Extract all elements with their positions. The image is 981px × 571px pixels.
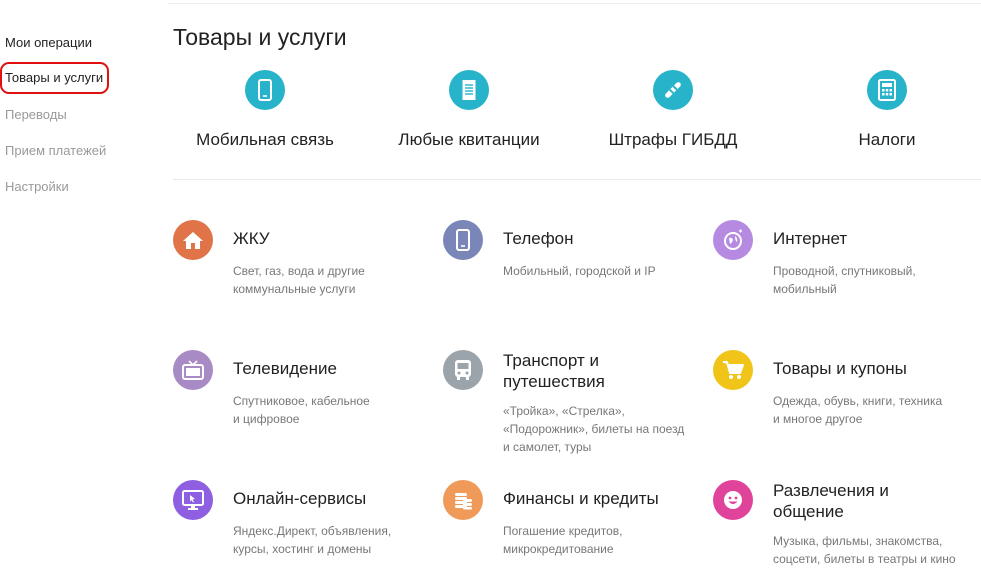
category-title: Развлечения и общение — [773, 480, 981, 522]
category-description: Мобильный, городской и IP — [503, 264, 656, 278]
cart-icon — [713, 350, 753, 390]
quick-mobile[interactable]: Мобильная связь — [175, 70, 355, 150]
category-description: «Тройка», «Стрелка», — [503, 404, 625, 418]
category-goods[interactable]: Товары и купоны Одежда, обувь, книги, те… — [713, 350, 973, 440]
quick-mobile-label: Мобильная связь — [196, 130, 334, 149]
house-icon — [173, 220, 213, 260]
category-title: ЖКУ — [233, 229, 270, 248]
category-description: «Подорожник», билеты на поезд — [503, 422, 685, 436]
category-description: и самолет, туры — [503, 440, 592, 454]
sidebar-item-goods-services[interactable]: Товары и услуги — [5, 70, 103, 85]
calculator-icon — [867, 70, 907, 110]
quick-receipts[interactable]: Любые квитанции — [379, 70, 559, 150]
category-phone[interactable]: Телефон Мобильный, городской и IP — [443, 220, 703, 290]
quick-fines-label: Штрафы ГИБДД — [608, 130, 738, 149]
category-description: соцсети, билеты в театры и кино — [773, 552, 956, 566]
category-title: Финансы и кредиты — [503, 489, 659, 508]
monitor-icon — [173, 480, 213, 520]
quick-taxes-label: Налоги — [858, 130, 916, 149]
category-title-line: Транспорт и — [503, 351, 599, 370]
category-internet[interactable]: Интернет Проводной, спутниковый, мобильн… — [713, 220, 973, 310]
category-description: Яндекс.Директ, объявления, — [233, 524, 392, 538]
sidebar-item-settings[interactable]: Настройки — [5, 179, 69, 194]
page-title: Товары и услуги — [173, 24, 347, 50]
category-description: Свет, газ, вода и другие — [233, 264, 365, 278]
category-tv[interactable]: Телевидение Спутниковое, кабельное и циф… — [173, 350, 433, 440]
category-description: Спутниковое, кабельное — [233, 394, 370, 408]
quick-fines[interactable]: Штрафы ГИБДД — [583, 70, 763, 150]
category-description: курсы, хостинг и домены — [233, 542, 372, 556]
category-housing[interactable]: ЖКУ Свет, газ, вода и другие коммунальны… — [173, 220, 433, 310]
mobile-icon — [245, 70, 285, 110]
category-description: мобильный — [773, 282, 837, 296]
category-description: Погашение кредитов, — [503, 524, 623, 538]
category-transport[interactable]: Транспорт и путешествия «Тройка», «Стрел… — [443, 350, 703, 460]
sidebar-item-payments[interactable]: Прием платежей — [5, 143, 106, 158]
baton-icon — [653, 70, 693, 110]
phone-icon — [443, 220, 483, 260]
bus-icon — [443, 350, 483, 390]
category-description: и многое другое — [773, 412, 863, 426]
category-title-line: Развлечения и — [773, 481, 889, 500]
category-online[interactable]: Онлайн-сервисы Яндекс.Директ, объявления… — [173, 480, 433, 570]
smile-icon — [713, 480, 753, 520]
category-title: Интернет — [773, 229, 848, 248]
section-divider — [173, 179, 981, 180]
globe-icon — [713, 220, 753, 260]
category-description: микрокредитование — [503, 542, 614, 556]
category-title: Телевидение — [233, 359, 337, 378]
category-entertainment[interactable]: Развлечения и общение Музыка, фильмы, зн… — [713, 480, 973, 570]
category-description: Одежда, обувь, книги, техника — [773, 394, 943, 408]
category-description: коммунальные услуги — [233, 282, 356, 296]
category-description: Проводной, спутниковый, — [773, 264, 916, 278]
category-title: Товары и купоны — [773, 359, 907, 378]
top-divider — [168, 3, 981, 4]
category-description: Музыка, фильмы, знакомства, — [773, 534, 943, 548]
category-description: и цифровое — [233, 412, 300, 426]
sidebar-item-transfers[interactable]: Переводы — [5, 107, 67, 122]
receipt-icon — [449, 70, 489, 110]
category-title: Телефон — [503, 229, 574, 248]
category-finance[interactable]: Финансы и кредиты Погашение кредитов, ми… — [443, 480, 703, 570]
category-title: Онлайн-сервисы — [233, 489, 367, 508]
tv-icon — [173, 350, 213, 390]
category-title-line: общение — [773, 502, 844, 521]
quick-taxes[interactable]: Налоги — [797, 70, 977, 150]
category-title: Транспорт и путешествия — [503, 350, 713, 392]
quick-receipts-label: Любые квитанции — [398, 130, 540, 149]
sidebar-item-operations[interactable]: Мои операции — [5, 35, 92, 50]
coins-icon — [443, 480, 483, 520]
category-title-line: путешествия — [503, 372, 605, 391]
